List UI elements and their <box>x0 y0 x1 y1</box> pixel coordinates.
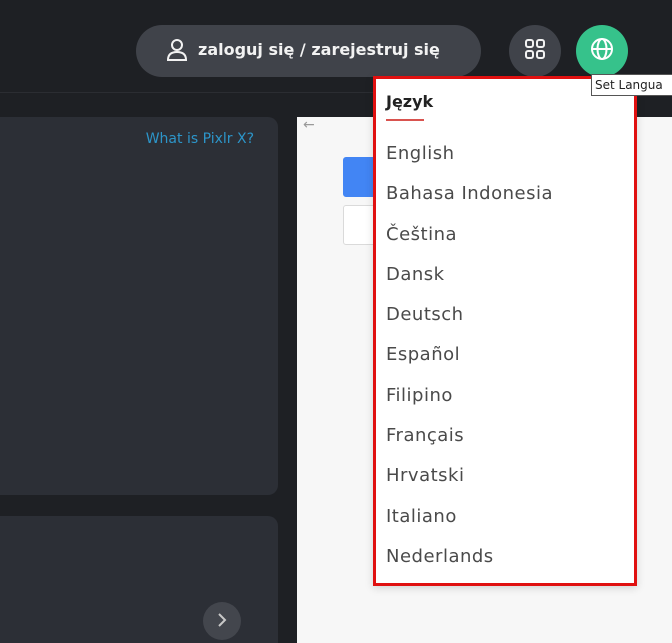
set-language-button[interactable] <box>576 25 628 77</box>
apps-button[interactable] <box>509 25 561 77</box>
language-option[interactable]: English <box>386 139 553 179</box>
language-option[interactable]: Bahasa Indonesia <box>386 179 553 219</box>
language-option[interactable]: Hrvatski <box>386 461 553 501</box>
back-arrow-icon[interactable]: ← <box>303 117 315 133</box>
login-register-label: zaloguj się / zarejestruj się <box>198 40 440 59</box>
language-option[interactable]: Italiano <box>386 502 553 542</box>
heading-underline <box>386 119 424 121</box>
language-option[interactable]: Dansk <box>386 260 553 300</box>
left-bottom-card <box>0 516 278 643</box>
next-button[interactable] <box>203 602 241 640</box>
what-is-pixlr-link[interactable]: What is Pixlr X? <box>146 131 254 147</box>
globe-icon <box>589 36 615 66</box>
chevron-right-icon <box>217 612 227 631</box>
apps-grid-icon <box>524 38 546 64</box>
language-option[interactable]: Nederlands <box>386 542 553 582</box>
language-option[interactable]: Deutsch <box>386 300 553 340</box>
language-option[interactable]: Español <box>386 340 553 380</box>
set-language-tooltip: Set Langua <box>591 74 672 96</box>
left-card: What is Pixlr X? <box>0 117 278 495</box>
user-icon <box>166 38 188 66</box>
language-menu: Język English Bahasa Indonesia Čeština D… <box>373 76 637 586</box>
language-menu-heading: Język <box>386 92 434 111</box>
language-option[interactable]: Čeština <box>386 220 553 260</box>
language-option[interactable]: Filipino <box>386 381 553 421</box>
language-list: English Bahasa Indonesia Čeština Dansk D… <box>386 139 553 582</box>
login-register-button[interactable]: zaloguj się / zarejestruj się <box>136 25 481 77</box>
language-option[interactable]: Français <box>386 421 553 461</box>
